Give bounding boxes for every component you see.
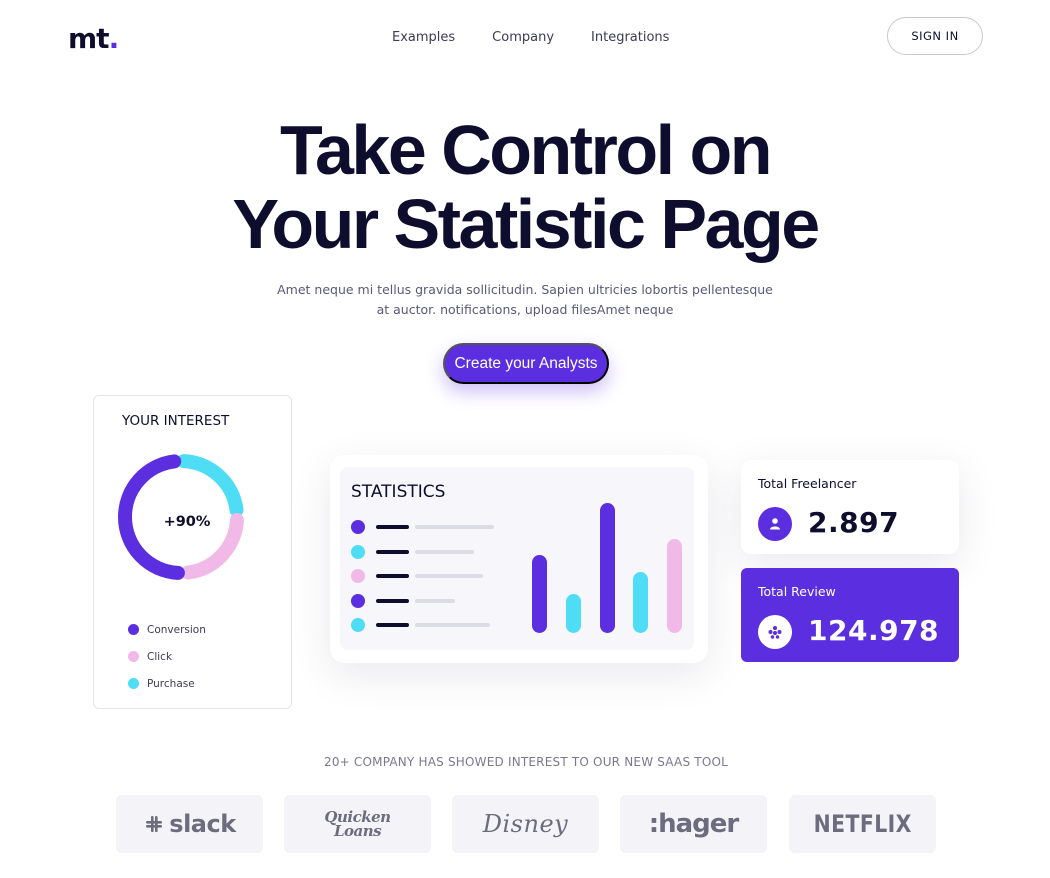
companies-heading: 20+ COMPANY HAS SHOWED INTEREST TO OUR N… xyxy=(323,755,728,769)
statistics-row-dot xyxy=(351,569,365,583)
statistics-bar xyxy=(565,594,581,633)
statistics-row xyxy=(351,618,491,632)
total-review-label: Total Review xyxy=(758,584,836,599)
hager-logo-text: :hager xyxy=(648,809,740,839)
create-analysts-button[interactable]: Create your Analysts xyxy=(443,343,609,384)
interest-card-title: YOUR INTEREST xyxy=(122,413,230,429)
total-freelancer-card: Total Freelancer 2.897 xyxy=(741,460,959,554)
statistics-row-light-line xyxy=(415,574,483,578)
slack-logo-text: slack xyxy=(169,810,236,838)
statistics-panel: STATISTICS xyxy=(340,467,694,650)
netflix-logo-text: NETFLIX xyxy=(813,810,912,838)
statistics-row-dot xyxy=(351,520,365,534)
loans-logo-text: Loans xyxy=(333,822,382,840)
interest-legend: Conversion Click Purchase xyxy=(128,616,206,697)
legend-dot-purchase xyxy=(128,678,139,689)
statistics-row-light-line xyxy=(415,525,494,529)
nav-integrations[interactable]: Integrations xyxy=(591,30,669,45)
slack-icon xyxy=(146,816,163,832)
statistics-row-dot xyxy=(351,544,365,559)
legend-dot-conversion xyxy=(128,624,139,635)
hero-title: Take Control on Your Statistic Page xyxy=(0,113,1050,261)
interest-donut-center-label: +90% xyxy=(163,514,211,530)
legend-dot-click xyxy=(128,651,139,662)
total-review-card: Total Review 124.978 xyxy=(741,568,959,662)
statistics-card: STATISTICS xyxy=(330,455,708,663)
legend-item-purchase: Purchase xyxy=(128,670,206,697)
disney-logo-text: Disney xyxy=(482,810,569,838)
statistics-row-dark-line xyxy=(376,574,409,578)
statistics-row xyxy=(351,520,494,534)
slack-logo-tile: slack xyxy=(116,795,263,853)
brand-logo-dot: . xyxy=(108,22,120,55)
main-nav: Examples Company Integrations xyxy=(392,30,669,45)
statistics-row-dot xyxy=(351,618,365,632)
nav-company[interactable]: Company xyxy=(492,30,554,45)
statistics-row-dark-line xyxy=(376,525,409,529)
user-icon xyxy=(758,507,792,541)
legend-label-purchase: Purchase xyxy=(147,677,195,690)
community-icon xyxy=(758,615,792,649)
legend-label-conversion: Conversion xyxy=(147,623,206,636)
statistics-row xyxy=(351,593,456,608)
statistics-bar xyxy=(532,555,547,633)
total-freelancer-value: 2.897 xyxy=(808,506,900,539)
sign-in-button[interactable]: SIGN IN xyxy=(887,17,983,55)
statistics-row xyxy=(351,544,475,559)
hero-title-line-2: Your Statistic Page xyxy=(232,185,820,263)
brand-logo-text: mt xyxy=(68,22,110,55)
statistics-row xyxy=(351,569,483,583)
legend-item-conversion: Conversion xyxy=(128,616,206,643)
total-freelancer-label: Total Freelancer xyxy=(758,476,857,491)
nav-examples[interactable]: Examples xyxy=(392,30,455,45)
brand-logo[interactable]: mt. xyxy=(68,22,120,55)
statistics-title: STATISTICS xyxy=(351,482,446,502)
hero-title-line-1: Take Control on xyxy=(279,111,773,189)
statistics-row-light-line xyxy=(415,549,475,554)
statistics-row-dot xyxy=(351,593,365,608)
statistics-bar xyxy=(633,571,649,633)
hager-logo-tile: :hager xyxy=(620,795,767,853)
statistics-bar xyxy=(667,539,683,633)
hero-subtitle: Amet neque mi tellus gravida sollicitudi… xyxy=(277,282,773,317)
disney-logo-tile: Disney xyxy=(452,795,599,853)
total-review-value: 124.978 xyxy=(808,614,940,647)
legend-label-click: Click xyxy=(147,650,173,663)
netflix-logo-tile: NETFLIX xyxy=(789,795,936,853)
legend-item-click: Click xyxy=(128,643,206,670)
statistics-row-light-line xyxy=(415,598,456,603)
statistics-row-dark-line xyxy=(376,549,409,554)
statistics-row-light-line xyxy=(415,623,491,627)
interest-card: YOUR INTEREST +90% Conversion Click Purc… xyxy=(93,395,292,709)
quicken-loans-logo-tile: Quicken Loans xyxy=(284,795,431,853)
statistics-bar xyxy=(599,503,615,633)
statistics-row-dark-line xyxy=(376,623,409,627)
statistics-row-dark-line xyxy=(376,598,409,603)
